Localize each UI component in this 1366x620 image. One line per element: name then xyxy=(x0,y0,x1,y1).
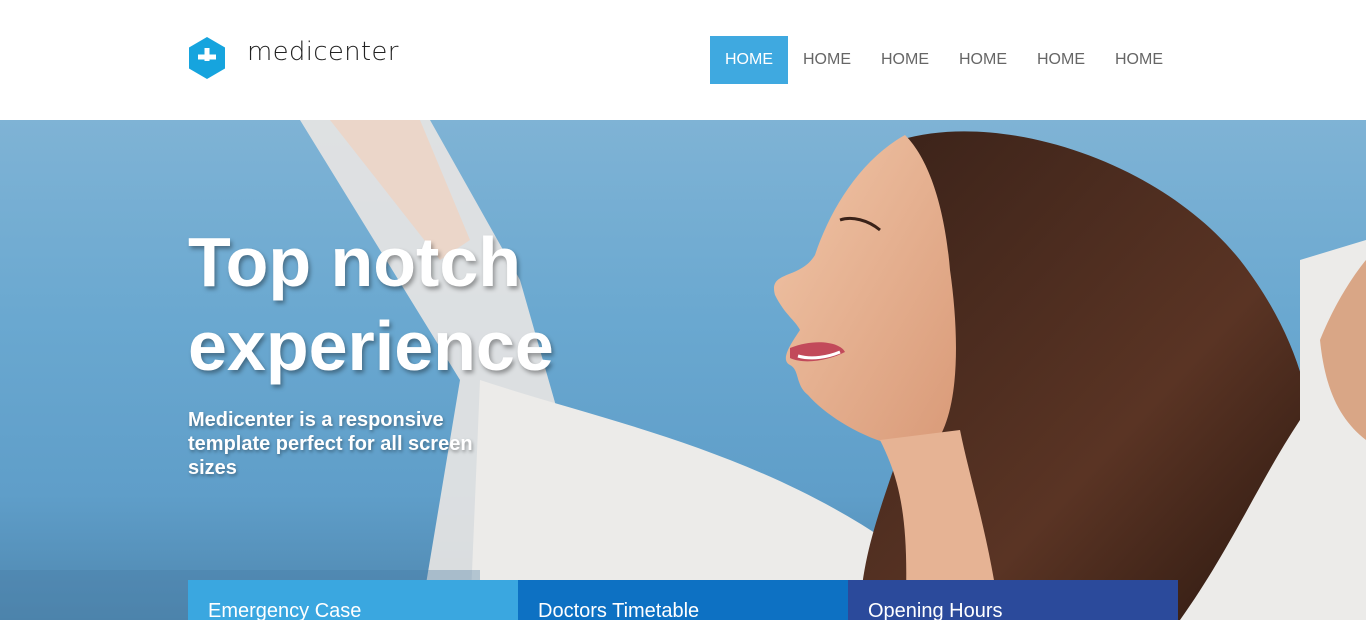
opening-hours-label: Opening Hours xyxy=(868,600,1003,620)
nav-item-home[interactable]: HOME xyxy=(710,36,788,84)
info-boxes: Emergency Case Doctors Timetable Opening… xyxy=(188,580,1178,620)
nav-item-home-2[interactable]: HOME xyxy=(788,36,866,84)
emergency-case-label: Emergency Case xyxy=(208,600,362,620)
plus-hexagon-icon xyxy=(189,37,225,79)
hero-subtitle: Medicenter is a responsive template perf… xyxy=(188,409,473,479)
nav-item-home-6[interactable]: HOME xyxy=(1100,36,1178,84)
doctors-timetable-label: Doctors Timetable xyxy=(538,600,700,620)
nav-item-home-4[interactable]: HOME xyxy=(944,36,1022,84)
brand-name: medicenter xyxy=(247,37,399,67)
opening-hours-box[interactable]: Opening Hours xyxy=(848,580,1178,620)
logo[interactable]: medicenter xyxy=(188,36,398,80)
hero-title: Top notch experience xyxy=(188,223,554,385)
site-header: medicenter HOME HOME HOME HOME HOME HOME xyxy=(0,0,1366,120)
doctors-timetable-box[interactable]: Doctors Timetable xyxy=(518,580,848,620)
emergency-case-box[interactable]: Emergency Case xyxy=(188,580,518,620)
nav-item-home-5[interactable]: HOME xyxy=(1022,36,1100,84)
main-nav: HOME HOME HOME HOME HOME HOME xyxy=(710,36,1178,84)
hero-slider: Top notch experience Medicenter is a res… xyxy=(0,120,1366,620)
nav-item-home-3[interactable]: HOME xyxy=(866,36,944,84)
